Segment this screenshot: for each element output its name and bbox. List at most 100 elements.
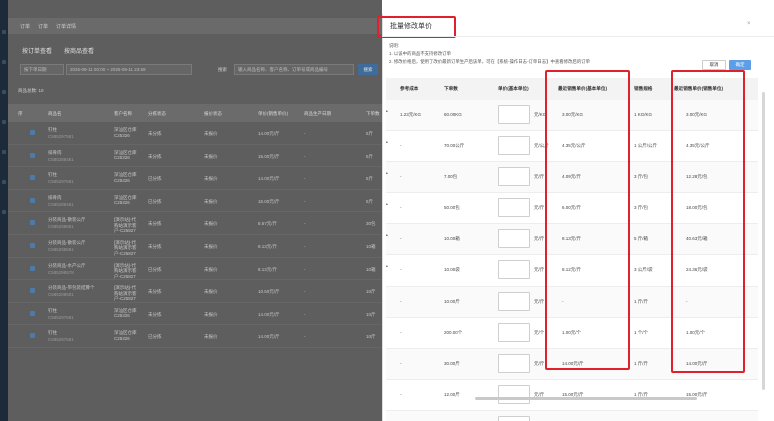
quote-status: 未报价 bbox=[204, 243, 218, 249]
unit-price: 10.50元/斤 bbox=[258, 289, 280, 295]
unit-price-input[interactable] bbox=[498, 384, 530, 404]
table-row[interactable]: 钉柱 C585297581 深汕区仓库 C25326 已分拣 未报价 14.00元/斤 - 1… bbox=[8, 325, 382, 348]
sort-status: 已分拣 bbox=[148, 266, 162, 272]
sales-spec: 3 斤/包 bbox=[634, 205, 649, 211]
sort-status: 已分拣 bbox=[148, 176, 162, 182]
order-qty: 10斤 bbox=[366, 311, 376, 317]
product-name[interactable]: 分装商品-散装公斤 bbox=[48, 240, 86, 246]
production-date: - bbox=[304, 266, 306, 272]
order-quantity: 10.00箱 bbox=[444, 236, 460, 242]
production-date: - bbox=[304, 289, 306, 295]
product-code: C585297581 bbox=[48, 179, 74, 185]
table-row[interactable]: 钉柱 C585297581 深汕区仓库 C25326 未分拣 未报价 14.00元/斤 - 1… bbox=[8, 303, 382, 326]
unit-price-input[interactable] bbox=[498, 322, 530, 342]
horizontal-scrollbar[interactable] bbox=[475, 397, 697, 400]
order-qty: 30包 bbox=[366, 221, 376, 227]
product-name[interactable]: 分装商品-散装公斤 bbox=[48, 217, 86, 223]
column-header: 下单数 bbox=[366, 111, 380, 116]
note-line: 1. 以该中的商品不支持修改订单 bbox=[389, 51, 451, 56]
row-checkbox[interactable] bbox=[30, 265, 35, 271]
production-date: - bbox=[304, 198, 306, 204]
product-code: C585298581 bbox=[48, 224, 74, 230]
unit-price-input[interactable] bbox=[498, 105, 530, 124]
table-row[interactable]: 钉柱 C585297581 深汕区仓库 C25326 未分拣 未报价 14.00元/斤 - 5… bbox=[8, 122, 382, 145]
close-icon[interactable]: × bbox=[747, 21, 751, 27]
unit-price-input[interactable] bbox=[498, 415, 530, 421]
nav-icon[interactable] bbox=[2, 180, 6, 184]
order-quantity: 7.00包 bbox=[444, 174, 458, 180]
row-checkbox[interactable] bbox=[30, 220, 35, 226]
table-row: • - 7.00包 元/斤 4.09元/斤 3 斤/包 12.28元/包 bbox=[386, 162, 758, 194]
column-header: 序 bbox=[18, 111, 23, 116]
customer-name: 深汕区仓库 C25326 bbox=[114, 149, 137, 161]
nav-icon[interactable] bbox=[2, 210, 6, 214]
sort-status: 未分拣 bbox=[148, 153, 162, 159]
product-name[interactable]: 钉柱 bbox=[48, 172, 57, 178]
vertical-scrollbar[interactable] bbox=[762, 92, 765, 390]
date-range-picker[interactable]: 2025-09-11 00:00 ~ 2025-09-11 23:59 bbox=[66, 64, 192, 75]
product-name[interactable]: 钉柱 bbox=[48, 127, 57, 133]
product-name[interactable]: 排骨肉 bbox=[48, 150, 62, 156]
unit-price-input[interactable] bbox=[498, 136, 530, 156]
nav-icon[interactable] bbox=[2, 30, 6, 34]
breadcrumb-item[interactable]: 订单 bbox=[20, 23, 30, 30]
sales-spec: 3 斤/包 bbox=[634, 174, 649, 180]
unit-price-input[interactable] bbox=[498, 229, 530, 249]
table-row[interactable]: 排骨肉 C585288461 深汕区仓库 C25326 已分拣 未报价 15.00元/斤 -… bbox=[8, 190, 382, 213]
row-checkbox[interactable] bbox=[30, 152, 35, 158]
recent-base-price: 8.13元/斤 bbox=[562, 236, 582, 242]
unit-price-input[interactable] bbox=[498, 353, 530, 373]
table-row[interactable]: 钉柱 C585297581 深汕区仓库 C25326 已分拣 未报价 14.00元/斤 - 5… bbox=[8, 167, 382, 190]
row-checkbox[interactable] bbox=[30, 242, 35, 248]
unit-price-input[interactable] bbox=[498, 198, 530, 218]
title-highlight-box bbox=[377, 16, 456, 38]
table-row[interactable]: 分装商品-带包装结算个 C585288591 [演示站]-代 购站演示客 户-C25… bbox=[8, 280, 382, 303]
unit-price-input[interactable] bbox=[498, 167, 530, 187]
sales-spec: 3 公斤/袋 bbox=[634, 267, 653, 273]
row-checkbox[interactable] bbox=[30, 310, 35, 316]
unit-price-input[interactable] bbox=[498, 291, 530, 311]
breadcrumb-item[interactable]: 订单详情 bbox=[56, 23, 76, 30]
column-header-recent-sale: 最近销售单价(销售单位) bbox=[674, 86, 723, 91]
table-row[interactable]: 分装商品-水产公斤 C585298578 [演示站]-代 购站演示客 户-C2582… bbox=[8, 258, 382, 281]
tab-by-product[interactable]: 按商品查看 bbox=[64, 46, 94, 55]
row-marker: • bbox=[386, 171, 388, 178]
product-name[interactable]: 钉柱 bbox=[48, 330, 57, 336]
price-unit: 元/个 bbox=[534, 329, 545, 335]
tab-by-order[interactable]: 按订单查看 bbox=[22, 46, 52, 55]
search-input[interactable]: 输入商品名称、客户名称、订单号或商品编号 bbox=[234, 64, 354, 75]
row-checkbox[interactable] bbox=[30, 333, 35, 339]
product-name[interactable]: 分装商品-带包装结算个 bbox=[48, 285, 95, 291]
table-row[interactable]: 排骨肉 C585288461 深汕区仓库 C25326 未分拣 未报价 15.00元/斤 -… bbox=[8, 145, 382, 168]
column-header-cost: 参考成本 bbox=[400, 86, 419, 91]
confirm-button[interactable]: 确定 bbox=[729, 60, 751, 70]
search-button[interactable]: 搜索 bbox=[358, 64, 378, 75]
recent-sale-price: 3.00元/KG bbox=[686, 112, 708, 117]
quote-status: 未报价 bbox=[204, 153, 218, 159]
row-checkbox[interactable] bbox=[30, 130, 35, 135]
side-nav bbox=[0, 0, 8, 421]
breadcrumb-item[interactable]: 订单 bbox=[38, 23, 48, 30]
table-row[interactable]: 分装商品-散装公斤 C585298581 [演示站]-代 购站演示客 户-C2582… bbox=[8, 212, 382, 235]
row-marker: • bbox=[386, 202, 388, 209]
column-header-spec: 销售规格 bbox=[634, 86, 653, 91]
table-row[interactable]: 分装商品-散装公斤 C585298581 [演示站]-代 购站演示客 户-C2582… bbox=[8, 235, 382, 258]
product-name[interactable]: 钉柱 bbox=[48, 308, 57, 314]
row-checkbox[interactable] bbox=[30, 175, 35, 181]
cancel-button[interactable]: 取消 bbox=[702, 60, 726, 70]
row-checkbox[interactable] bbox=[30, 197, 35, 203]
date-type-select[interactable]: 按下单日期 bbox=[20, 64, 64, 75]
nav-icon[interactable] bbox=[2, 150, 6, 154]
row-checkbox[interactable] bbox=[30, 288, 35, 294]
nav-icon[interactable] bbox=[2, 90, 6, 94]
product-name[interactable]: 排骨肉 bbox=[48, 195, 62, 201]
order-quantity: 70.00公斤 bbox=[444, 143, 465, 149]
sort-status: 未分拣 bbox=[148, 221, 162, 227]
nav-icon[interactable] bbox=[2, 60, 6, 64]
customer-name: 深汕区仓库 C25326 bbox=[114, 127, 137, 138]
nav-icon[interactable] bbox=[2, 120, 6, 124]
product-name[interactable]: 分装商品-水产公斤 bbox=[48, 263, 86, 269]
customer-name: 深汕区仓库 C25326 bbox=[114, 194, 137, 206]
table-header: 序 商品名 客户名称 分拣状态 报价状态 单价(销售单价) 商品生产日期 下单数 bbox=[8, 104, 382, 122]
unit-price-input[interactable] bbox=[498, 260, 530, 280]
